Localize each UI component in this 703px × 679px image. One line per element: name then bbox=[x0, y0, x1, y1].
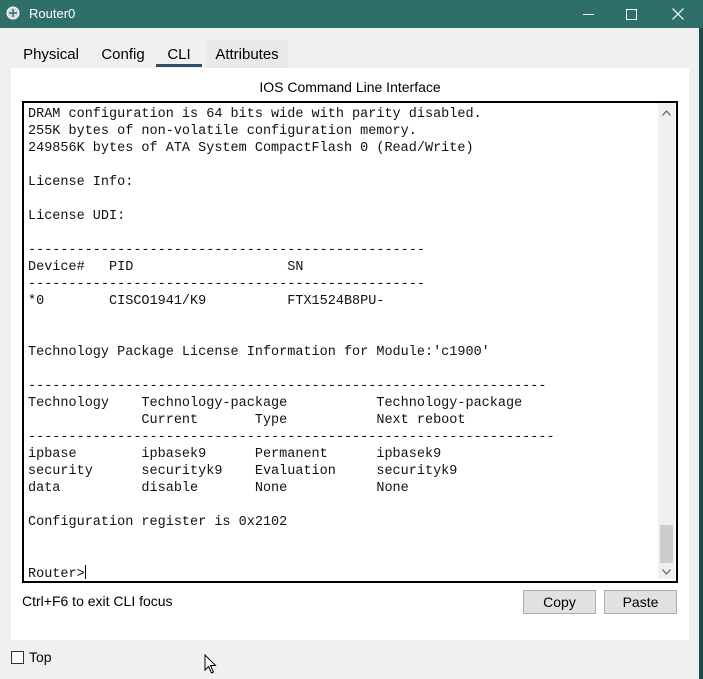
window-edge bbox=[699, 28, 703, 679]
tab-config[interactable]: Config bbox=[94, 40, 152, 68]
tab-attributes[interactable]: Attributes bbox=[206, 40, 288, 68]
close-button[interactable] bbox=[655, 0, 701, 28]
top-checkbox[interactable] bbox=[11, 651, 24, 664]
cli-header: IOS Command Line Interface bbox=[259, 79, 441, 95]
maximize-button[interactable] bbox=[608, 0, 654, 28]
cli-focus-hint: Ctrl+F6 to exit CLI focus bbox=[22, 593, 173, 609]
cli-output[interactable]: DRAM configuration is 64 bits wide with … bbox=[28, 106, 555, 582]
scroll-down-button[interactable] bbox=[658, 562, 675, 579]
close-icon bbox=[672, 8, 684, 20]
window-title: Router0 bbox=[29, 6, 76, 21]
paste-button[interactable]: Paste bbox=[604, 590, 677, 614]
chevron-up-icon bbox=[662, 103, 671, 121]
router-app-icon bbox=[6, 6, 20, 20]
minimize-button[interactable] bbox=[565, 0, 611, 28]
scrollbar-thumb[interactable] bbox=[660, 525, 673, 563]
tab-physical[interactable]: Physical bbox=[14, 40, 88, 68]
tab-selected-indicator bbox=[156, 64, 202, 67]
chevron-down-icon bbox=[662, 562, 671, 580]
copy-button[interactable]: Copy bbox=[523, 590, 596, 614]
scroll-up-button[interactable] bbox=[658, 103, 675, 120]
mouse-pointer-icon bbox=[204, 653, 218, 679]
cli-scrollbar[interactable] bbox=[658, 103, 675, 579]
top-checkbox-label: Top bbox=[29, 649, 52, 665]
text-cursor bbox=[84, 565, 86, 579]
minimize-icon bbox=[582, 9, 594, 20]
cli-console[interactable]: DRAM configuration is 64 bits wide with … bbox=[22, 101, 678, 583]
title-bar[interactable]: Router0 bbox=[0, 0, 703, 28]
cli-output-text: DRAM configuration is 64 bits wide with … bbox=[28, 107, 555, 582]
maximize-icon bbox=[625, 8, 637, 20]
